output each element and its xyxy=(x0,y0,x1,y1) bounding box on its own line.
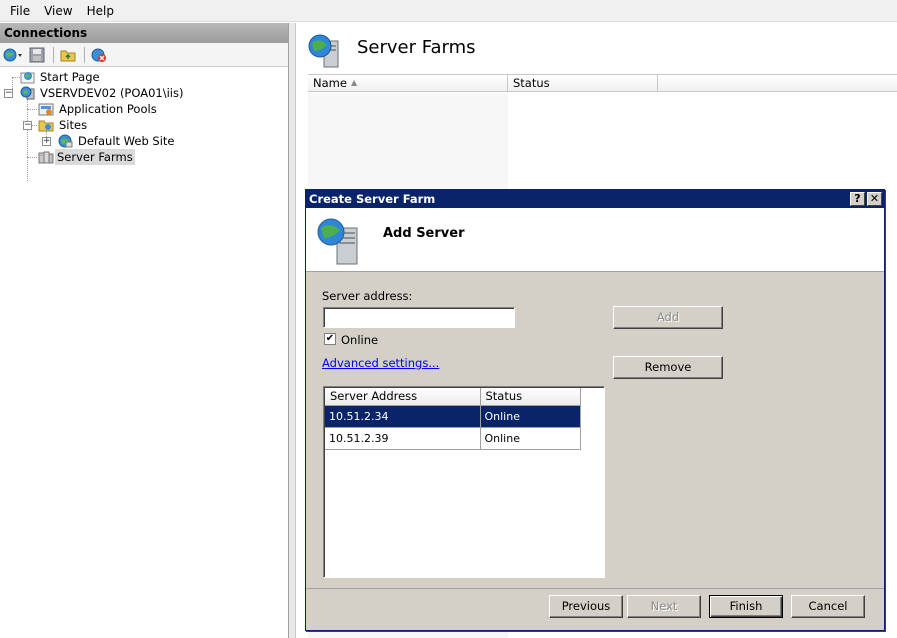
sort-ascending-icon: ▲ xyxy=(351,78,358,87)
up-folder-icon[interactable] xyxy=(57,45,79,65)
server-farms-icon xyxy=(307,33,347,72)
dialog-banner: Add Server xyxy=(306,208,884,272)
finish-button[interactable]: Finish xyxy=(709,595,783,618)
connect-globe-icon[interactable] xyxy=(2,45,24,65)
create-server-farm-dialog: Create Server Farm ? ✕ Add Server Server… xyxy=(305,189,885,631)
tree-label: VSERVDEV02 (POA01\iis) xyxy=(40,86,184,100)
tree-item-server-farms[interactable]: Server Farms xyxy=(0,149,288,165)
server-status-cell: Online xyxy=(480,427,581,450)
menu-help[interactable]: Help xyxy=(80,1,121,21)
server-address-label: Server address: xyxy=(322,289,413,303)
connections-pane: Connections Start Page − VSERVDEV02 (POA… xyxy=(0,23,289,638)
server-table: Server Address Status 10.51.2.34 Online … xyxy=(325,388,581,450)
tree-item-server[interactable]: − VSERVDEV02 (POA01\iis) xyxy=(0,85,288,101)
remove-button[interactable]: Remove xyxy=(613,356,723,379)
toolbar-separator xyxy=(84,46,85,63)
expand-toggle[interactable]: + xyxy=(42,137,51,146)
tree-item-application-pools[interactable]: Application Pools xyxy=(0,101,288,117)
collapse-toggle[interactable]: − xyxy=(4,89,13,98)
column-header-status[interactable]: Status xyxy=(508,75,658,91)
tree-label: Start Page xyxy=(40,70,100,84)
menu-bar: File View Help xyxy=(0,0,897,22)
tree-label: Sites xyxy=(59,118,88,132)
server-globe-icon xyxy=(316,216,364,269)
menu-view[interactable]: View xyxy=(37,1,79,21)
server-list[interactable]: Server Address Status 10.51.2.34 Online … xyxy=(323,386,605,578)
save-icon[interactable] xyxy=(26,45,48,65)
online-checkbox[interactable]: ✔ xyxy=(324,333,336,345)
footer-divider xyxy=(306,588,884,589)
pane-splitter[interactable] xyxy=(289,23,296,638)
column-header-status[interactable]: Status xyxy=(480,388,581,406)
close-button[interactable]: ✕ xyxy=(867,192,882,206)
server-address-cell: 10.51.2.34 xyxy=(325,405,481,428)
column-header-name[interactable]: Name ▲ xyxy=(308,75,508,91)
connections-tree: Start Page − VSERVDEV02 (POA01\iis) Appl… xyxy=(0,67,288,181)
tree-label: Application Pools xyxy=(59,102,157,116)
menu-file[interactable]: File xyxy=(3,1,37,21)
table-row[interactable]: 10.51.2.39 Online xyxy=(325,427,581,450)
connections-header: Connections xyxy=(0,23,288,43)
page-title: Server Farms xyxy=(357,37,476,58)
help-button[interactable]: ? xyxy=(850,192,865,206)
table-row[interactable]: 10.51.2.34 Online xyxy=(325,405,581,428)
tree-item-sites[interactable]: − Sites xyxy=(0,117,288,133)
column-header-blank xyxy=(658,75,897,91)
connections-toolbar xyxy=(0,43,288,67)
tree-item-default-web-site[interactable]: + Default Web Site xyxy=(0,133,288,149)
advanced-settings-link[interactable]: Advanced settings... xyxy=(322,356,439,370)
dialog-title: Create Server Farm xyxy=(309,192,436,206)
next-button[interactable]: Next xyxy=(627,595,701,618)
server-address-cell: 10.51.2.39 xyxy=(325,427,481,450)
server-status-cell: Online xyxy=(480,405,581,428)
previous-button[interactable]: Previous xyxy=(549,595,623,618)
dialog-heading: Add Server xyxy=(383,226,465,241)
online-label: Online xyxy=(341,333,379,347)
cancel-button[interactable]: Cancel xyxy=(791,595,865,618)
dialog-title-bar: Create Server Farm ? ✕ xyxy=(306,190,884,208)
toolbar-separator xyxy=(53,46,54,63)
tree-item-start-page[interactable]: Start Page xyxy=(0,69,288,85)
farm-list-header: Name ▲ Status xyxy=(308,74,897,92)
collapse-toggle[interactable]: − xyxy=(23,121,32,130)
tree-label: Default Web Site xyxy=(78,134,175,148)
column-header-server-address[interactable]: Server Address xyxy=(325,388,481,406)
add-button[interactable]: Add xyxy=(613,306,723,329)
server-address-input[interactable] xyxy=(323,307,515,328)
tree-label: Server Farms xyxy=(55,149,135,165)
disconnect-icon[interactable] xyxy=(88,45,110,65)
